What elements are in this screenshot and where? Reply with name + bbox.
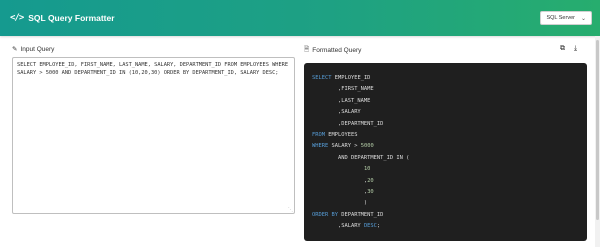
code-brackets-icon: </> bbox=[10, 13, 24, 23]
file-icon: 🗎 bbox=[304, 46, 310, 53]
dialect-select[interactable]: SQL Server ⌄ bbox=[540, 11, 592, 25]
sql-number: 10 bbox=[363, 166, 371, 173]
download-icon[interactable]: ⤓ bbox=[574, 45, 577, 53]
code-line: ,LAST_NAME bbox=[312, 96, 579, 107]
pencil-icon: ✎ bbox=[12, 46, 18, 53]
brand: </> SQL Query Formatter bbox=[10, 13, 115, 23]
page-scrollbar[interactable] bbox=[595, 36, 600, 247]
sql-token: ,SALARY bbox=[312, 109, 361, 116]
input-label-text: Input Query bbox=[20, 45, 55, 53]
sql-keyword: SELECT bbox=[312, 75, 332, 81]
output-panel-label: 🗎 Formatted Query bbox=[304, 45, 361, 56]
sql-token: , bbox=[312, 177, 368, 184]
code-line: ,SALARY bbox=[312, 107, 579, 118]
app-title: SQL Query Formatter bbox=[28, 13, 115, 23]
code-line: SELECT EMPLOYEE_ID bbox=[312, 73, 579, 84]
sql-keyword: FROM bbox=[312, 131, 325, 138]
sql-keyword: DESC bbox=[363, 223, 377, 230]
sql-token: ,LAST_NAME bbox=[312, 97, 371, 104]
input-query-box: ⋱ bbox=[12, 57, 295, 214]
input-query-textarea[interactable] bbox=[13, 58, 294, 213]
code-line: AND DEPARTMENT_ID IN ( bbox=[312, 153, 579, 164]
sql-token: , bbox=[312, 188, 368, 195]
sql-token: ) bbox=[312, 200, 368, 207]
sql-number: 30 bbox=[367, 188, 374, 195]
code-line: ,SALARY DESC; bbox=[312, 221, 579, 232]
sql-token: ; bbox=[376, 223, 381, 230]
formatted-query-output: SELECT EMPLOYEE_ID ,FIRST_NAME ,LAST_NAM… bbox=[304, 63, 587, 241]
code-line: ,FIRST_NAME bbox=[312, 84, 579, 95]
input-panel-label: ✎ Input Query bbox=[12, 45, 55, 54]
code-line: 10 bbox=[312, 164, 579, 175]
code-line: WHERE SALARY > 5000 bbox=[312, 141, 579, 152]
sql-token: ,FIRST_NAME bbox=[312, 86, 374, 93]
code-line: ,20 bbox=[312, 176, 579, 187]
sql-number: 20 bbox=[367, 177, 374, 184]
sql-token: AND DEPARTMENT_ID IN ( bbox=[312, 154, 410, 161]
sql-number: 5000 bbox=[360, 143, 374, 150]
sql-token: ,SALARY bbox=[312, 223, 364, 230]
dialect-select-value: SQL Server bbox=[546, 15, 575, 21]
output-label-text: Formatted Query bbox=[312, 47, 362, 54]
code-line: ,DEPARTMENT_ID bbox=[312, 119, 579, 130]
sql-token: EMPLOYEE_ID bbox=[331, 75, 371, 81]
resize-grip-icon[interactable]: ⋱ bbox=[288, 208, 293, 213]
code-line: ) bbox=[312, 198, 579, 209]
output-toolbar: ⧉ ⤓ bbox=[560, 45, 577, 53]
sql-token: SALARY > bbox=[328, 143, 361, 150]
chevron-down-icon: ⌄ bbox=[580, 15, 586, 22]
sql-keyword: WHERE bbox=[312, 143, 329, 150]
code-line: ,30 bbox=[312, 187, 579, 198]
sql-token: EMPLOYEES bbox=[324, 131, 358, 138]
code-line: FROM EMPLOYEES bbox=[312, 130, 579, 141]
copy-icon[interactable]: ⧉ bbox=[560, 45, 565, 53]
sql-token: ,DEPARTMENT_ID bbox=[312, 120, 384, 127]
code-line: ORDER BY DEPARTMENT_ID bbox=[312, 210, 579, 221]
scrollbar-thumb[interactable] bbox=[596, 40, 599, 220]
sql-token: DEPARTMENT_ID bbox=[337, 211, 384, 218]
sql-keyword: ORDER BY bbox=[312, 211, 338, 218]
app-header: </> SQL Query Formatter SQL Server ⌄ bbox=[0, 0, 600, 36]
